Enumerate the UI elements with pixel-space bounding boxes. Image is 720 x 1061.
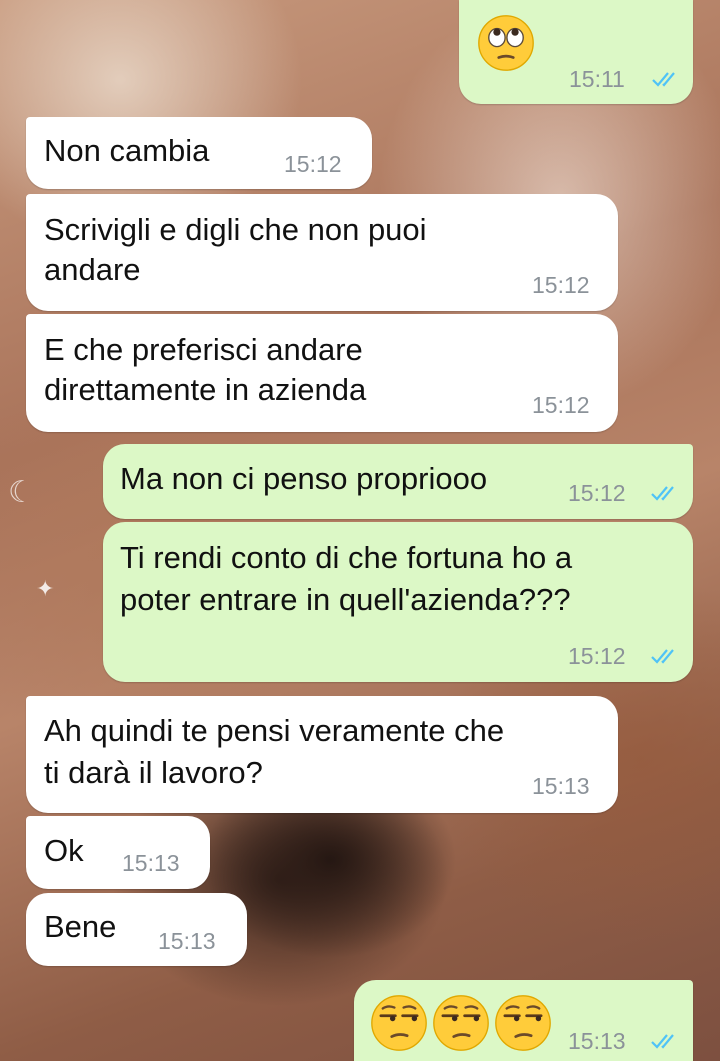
message-text-line: E che preferisci andare (44, 332, 363, 367)
wallpaper-moon-decoration: ☾ (8, 476, 35, 509)
message-text-line: Scrivigli e digli che non puoi (44, 212, 427, 247)
message-bubble-incoming[interactable]: Non cambia 15:12 (26, 117, 372, 189)
unamused-face-icon (495, 995, 551, 1051)
wallpaper-sparkle-decoration: ✦ (36, 576, 55, 601)
message-text: Ok (44, 833, 84, 868)
message-timestamp: 15:13 (122, 850, 180, 876)
message-text-line: Ah quindi te pensi veramente che (44, 713, 505, 748)
message-bubble-incoming[interactable]: Ah quindi te pensi veramente che ti darà… (26, 696, 618, 813)
message-text-line: Ti rendi conto di che fortuna ho a (120, 540, 573, 575)
message-timestamp: 15:11 (569, 66, 625, 92)
message-bubble-outgoing[interactable]: Ma non ci penso propriooo 15:12 (103, 444, 693, 519)
message-bubble-incoming[interactable]: E che preferisci andare direttamente in … (26, 314, 618, 432)
message-bubble-outgoing[interactable]: 15:11 (459, 0, 693, 104)
read-receipt-icon (651, 486, 674, 501)
message-bubble-incoming[interactable]: Bene 15:13 (26, 893, 247, 966)
read-receipt-icon (651, 649, 674, 664)
message-timestamp: 15:13 (568, 1028, 626, 1054)
message-timestamp: 15:12 (284, 151, 342, 177)
message-timestamp: 15:13 (158, 928, 216, 954)
message-timestamp: 15:12 (568, 643, 626, 669)
message-text: Bene (44, 909, 117, 944)
message-bubble-outgoing[interactable]: 15:13 (354, 980, 693, 1061)
message-timestamp: 15:12 (532, 392, 590, 418)
message-text-line: poter entrare in quell'azienda??? (120, 582, 571, 617)
message-text-line: ti darà il lavoro? (44, 755, 263, 790)
message-timestamp: 15:13 (532, 773, 590, 799)
message-timestamp: 15:12 (568, 480, 626, 506)
read-receipt-icon (651, 1034, 674, 1049)
message-text: Ma non ci penso propriooo (120, 461, 488, 496)
message-text-line: andare (44, 252, 141, 287)
message-bubble-incoming[interactable]: Scrivigli e digli che non puoi andare 15… (26, 194, 618, 311)
message-text-line: direttamente in azienda (44, 372, 367, 407)
face-with-rolling-eyes-icon (478, 15, 534, 71)
message-text: Non cambia (44, 133, 210, 168)
unamused-face-icon (433, 995, 489, 1051)
message-bubble-incoming[interactable]: Ok 15:13 (26, 816, 210, 889)
message-timestamp: 15:12 (532, 272, 590, 298)
unamused-face-icon (371, 995, 427, 1051)
read-receipt-icon (652, 72, 675, 87)
message-bubble-outgoing[interactable]: Ti rendi conto di che fortuna ho a poter… (103, 522, 693, 682)
